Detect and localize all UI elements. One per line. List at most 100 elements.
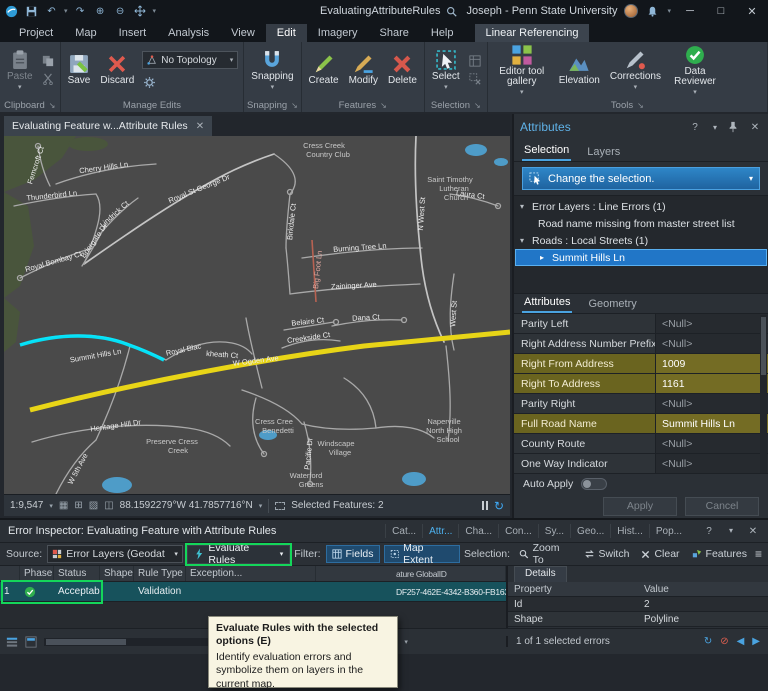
map-extent-filter-button[interactable]: Map Extent [384, 545, 460, 563]
save-icon[interactable] [24, 4, 39, 19]
tab-analysis[interactable]: Analysis [157, 24, 220, 42]
pin-icon[interactable] [728, 121, 742, 133]
tree-item-error[interactable]: Road name missing from master street lis… [514, 215, 768, 232]
tab-geoprocessing[interactable]: Geo... [570, 524, 610, 538]
close-button[interactable]: ✕ [740, 1, 764, 21]
tab-popup[interactable]: Pop... [649, 524, 688, 538]
select-button[interactable]: Select▾ [428, 47, 464, 93]
map-tab-close-icon[interactable]: ✕ [196, 121, 204, 132]
tools-launcher-icon[interactable]: ↘ [637, 101, 644, 110]
command-search-icon[interactable] [446, 6, 457, 17]
tab-attributes[interactable]: Attr... [422, 524, 458, 538]
scale-caret-icon[interactable]: ▾ [49, 502, 53, 510]
switch-selection-button[interactable]: Switch [580, 545, 634, 563]
tab-map[interactable]: Map [64, 24, 107, 42]
expander-icon[interactable]: ▸ [540, 253, 548, 262]
snap-tool-icon[interactable]: ⊞ [74, 500, 82, 511]
tab-contents[interactable]: Con... [498, 524, 538, 538]
tab-insert[interactable]: Insert [108, 24, 158, 42]
list-view-icon[interactable] [6, 636, 18, 648]
copy-icon[interactable] [41, 54, 55, 68]
details-row[interactable]: Id 2 [508, 597, 768, 612]
error-row-selected[interactable]: 1 Acceptable Validation DF257-462E-4342-… [0, 582, 506, 602]
auto-apply-toggle[interactable] [581, 478, 607, 490]
col-feature-globalid[interactable]: ature GlobalID [316, 566, 506, 581]
tab-edit[interactable]: Edit [266, 24, 307, 42]
tab-share[interactable]: Share [369, 24, 420, 42]
fields-filter-button[interactable]: Fields [326, 545, 380, 563]
data-reviewer-button[interactable]: Data Reviewer▾ [667, 42, 723, 98]
pause-drawing-icon[interactable] [482, 501, 488, 510]
ei-menu-caret-icon[interactable]: ▾ [724, 526, 738, 537]
col-exception[interactable]: Exception... [186, 566, 316, 581]
tab-history[interactable]: Hist... [610, 524, 649, 538]
attribute-scrollbar[interactable] [760, 315, 767, 473]
tab-imagery[interactable]: Imagery [307, 24, 369, 42]
selection-launcher-icon[interactable]: ↘ [474, 101, 481, 110]
horizontal-scrollbar[interactable] [44, 638, 224, 646]
tab-help[interactable]: Help [420, 24, 465, 42]
restore-button[interactable]: □ [709, 1, 733, 21]
edit-options-gear-icon[interactable] [142, 75, 156, 89]
col-rule-type[interactable]: Rule Type [134, 566, 186, 581]
refresh-errors-icon[interactable]: ↻ [704, 636, 712, 647]
tab-changes[interactable]: Cha... [458, 524, 498, 538]
hatch-tool-icon[interactable]: ▨ [89, 500, 98, 511]
details-row[interactable]: Shape Polyline [508, 612, 768, 627]
explore-icon[interactable] [133, 4, 148, 19]
map-viewport[interactable]: Femcroft Ct Cherry Hills Ln Thunderbird … [4, 136, 510, 494]
help-icon[interactable]: ? [688, 122, 702, 133]
snapping-launcher-icon[interactable]: ↘ [291, 101, 298, 110]
redo-icon[interactable]: ↷ [73, 4, 88, 19]
zoom-to-button[interactable]: Zoom To [515, 545, 575, 563]
attribute-row-edited[interactable]: Right To Address1161 [514, 374, 768, 394]
user-avatar[interactable] [624, 4, 638, 18]
attribute-row[interactable]: Parity Left<Null> [514, 314, 768, 334]
zoom-in-icon[interactable]: ⊕ [93, 4, 108, 19]
features-button[interactable]: Features [688, 545, 751, 563]
topology-combo[interactable]: No Topology ▾ [142, 51, 238, 69]
col-phase[interactable]: Phase [20, 566, 54, 581]
cancel-button[interactable]: Cancel [685, 497, 759, 516]
clipboard-launcher-icon[interactable]: ↘ [49, 101, 56, 110]
subtab-geometry[interactable]: Geometry [586, 295, 638, 313]
previous-error-icon[interactable]: ◀ [737, 636, 745, 647]
toolbar-menu-icon[interactable]: ≡ [755, 547, 762, 561]
next-error-icon[interactable]: ▶ [752, 636, 760, 647]
discard-edits-button[interactable]: Discard [96, 51, 138, 89]
tab-selection[interactable]: Selection [522, 141, 571, 161]
zoom-caret-icon[interactable]: ▾ [404, 638, 408, 646]
clear-selection-button[interactable]: Clear [637, 545, 683, 563]
attribute-row-edited[interactable]: Full Road NameSummit Hills Ln [514, 414, 768, 434]
coords-caret-icon[interactable]: ▾ [259, 502, 263, 510]
map-view-tab[interactable]: Evaluating Feature w...Attribute Rules ✕ [4, 116, 212, 136]
modify-button[interactable]: Modify [345, 51, 382, 89]
attribute-row[interactable]: One Way Indicator<Null> [514, 454, 768, 474]
ei-help-icon[interactable]: ? [702, 526, 716, 537]
editor-tool-gallery-button[interactable]: Editor tool gallery▾ [491, 42, 553, 98]
save-edits-button[interactable]: Save [64, 51, 95, 89]
subtab-attributes[interactable]: Attributes [522, 293, 572, 313]
scrollbar-thumb[interactable] [46, 639, 126, 645]
col-rownum[interactable] [0, 566, 20, 581]
tree-item-summit-hills[interactable]: ▸ Summit Hills Ln [515, 249, 767, 266]
signed-in-user[interactable]: Joseph - Penn State University [466, 5, 617, 17]
pane-menu-caret-icon[interactable]: ▾ [708, 123, 722, 132]
delete-button[interactable]: Delete [384, 51, 421, 89]
tab-catalog[interactable]: Cat... [385, 524, 422, 538]
error-marker-icon[interactable]: ⊘ [720, 636, 728, 647]
attribute-row[interactable]: Parity Right<Null> [514, 394, 768, 414]
clear-selection-icon[interactable] [468, 72, 482, 86]
apply-button[interactable]: Apply [603, 497, 677, 516]
pane-close-icon[interactable]: ✕ [748, 122, 762, 133]
expander-icon[interactable]: ▾ [520, 236, 528, 245]
tree-item-error-layers[interactable]: ▾ Error Layers : Line Errors (1) [514, 198, 768, 215]
tab-layers[interactable]: Layers [585, 143, 622, 161]
notifications-bell-icon[interactable] [645, 4, 660, 19]
form-view-icon[interactable] [25, 636, 37, 648]
col-status[interactable]: Status [54, 566, 100, 581]
map-coordinates[interactable]: 88.1592279°W 41.7857716°N [120, 500, 253, 511]
tree-item-roads[interactable]: ▾ Roads : Local Streets (1) [514, 232, 768, 249]
selection-box-icon[interactable] [275, 502, 285, 510]
details-tab[interactable]: Details [514, 566, 567, 582]
